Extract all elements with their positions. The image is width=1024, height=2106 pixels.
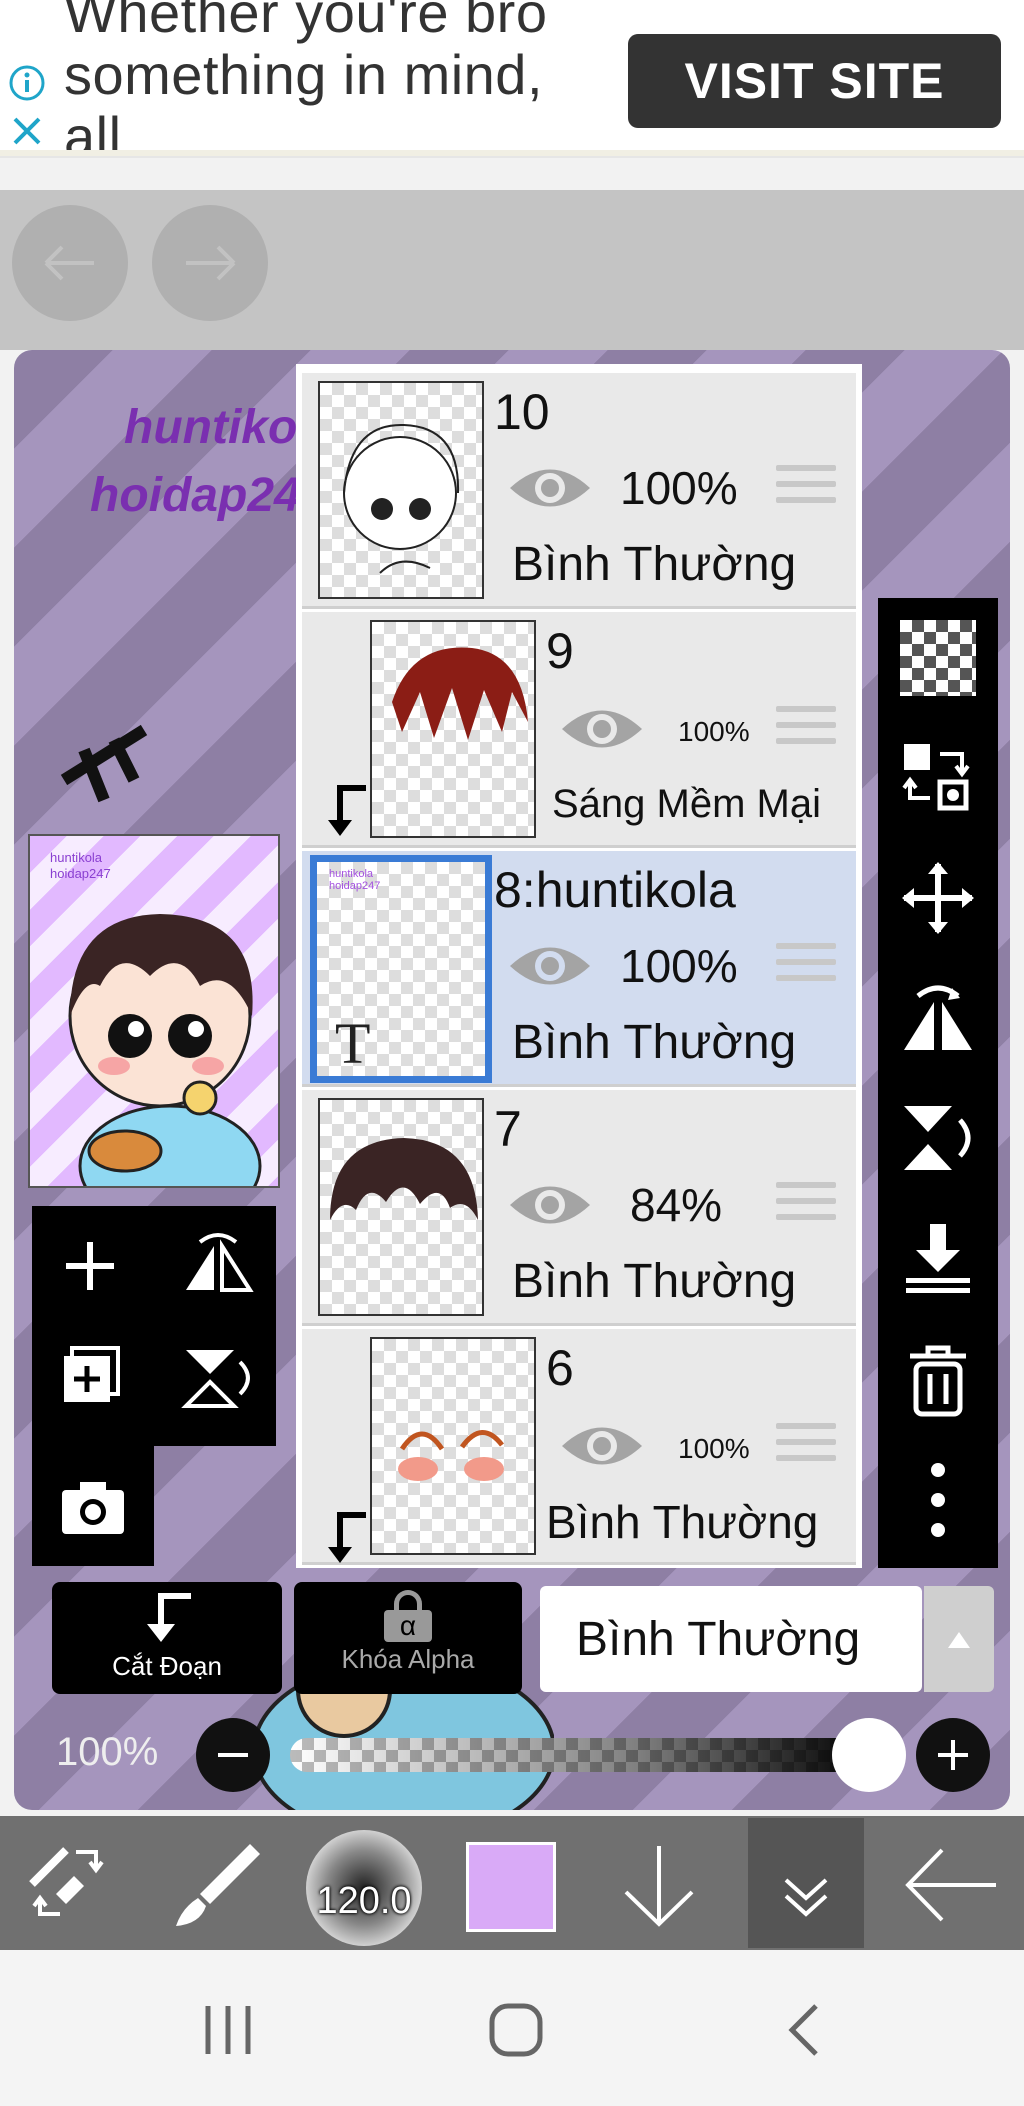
layer-opacity: 100%: [678, 1433, 750, 1464]
lock-icon: α: [384, 1590, 432, 1642]
canvas-preview-thumbnail[interactable]: huntikola hoidap247: [28, 834, 280, 1188]
layer-thumbnail: [370, 1337, 536, 1555]
swap-layers-icon[interactable]: [900, 738, 976, 814]
layer-row[interactable]: 6 100% Bình Thường: [302, 1329, 856, 1565]
opacity-increase-button[interactable]: [916, 1718, 990, 1792]
layer-blend-mode: Bình Thường: [512, 538, 797, 591]
layer-thumbnail: [318, 1098, 484, 1316]
opacity-slider-handle[interactable]: [832, 1718, 906, 1792]
arrow-left-icon: [44, 245, 94, 281]
layer-name: 8:huntikola: [494, 862, 736, 918]
layer-blend-mode: Sáng Mềm Mại: [552, 782, 821, 826]
canvas-watermark: huntiko: [124, 401, 298, 454]
brush-icon[interactable]: [170, 1838, 262, 1930]
layer-name: 10: [494, 384, 550, 440]
redo-button[interactable]: [152, 205, 268, 321]
minus-icon: [218, 1753, 248, 1757]
eye-icon[interactable]: [560, 702, 644, 756]
svg-text:hoidap247: hoidap247: [50, 866, 111, 881]
back-icon[interactable]: [780, 2002, 830, 2058]
eye-icon[interactable]: [560, 1419, 644, 1473]
eye-icon[interactable]: [508, 1178, 592, 1232]
layer-row[interactable]: 10 100% Bình Thường: [302, 373, 856, 609]
svg-text:huntikola: huntikola: [50, 850, 103, 865]
home-icon[interactable]: [486, 2000, 546, 2060]
drag-handle-icon[interactable]: [776, 1182, 836, 1232]
layer-blend-mode: Bình Thường: [512, 1016, 797, 1069]
transparency-icon[interactable]: [900, 620, 976, 696]
layer-row[interactable]: 9 100% Sáng Mềm Mại: [302, 612, 856, 848]
ad-text: Whether you're bro something in mind, al…: [64, 0, 548, 152]
canvas-watermark: hoidap24: [90, 469, 301, 522]
layer-opacity: 100%: [620, 940, 738, 992]
sparkle-decoration: [60, 724, 148, 803]
undo-button[interactable]: [12, 205, 128, 321]
alpha-lock-button[interactable]: α Khóa Alpha: [294, 1582, 522, 1694]
blend-mode-dropdown-button[interactable]: [924, 1586, 994, 1692]
layer-opacity: 100%: [678, 716, 750, 747]
arrow-right-icon: [186, 245, 236, 281]
eye-icon[interactable]: [508, 461, 592, 515]
clipping-button[interactable]: Cắt Đoạn: [52, 1582, 282, 1694]
drag-handle-icon[interactable]: [776, 943, 836, 993]
move-icon[interactable]: [900, 860, 976, 936]
camera-icon[interactable]: [60, 1476, 126, 1536]
left-toolbar: [32, 1206, 276, 1566]
opacity-decrease-button[interactable]: [196, 1718, 270, 1792]
eye-icon[interactable]: [508, 939, 592, 993]
blend-mode-select[interactable]: Bình Thường: [540, 1586, 922, 1692]
layer-thumbnail: huntikola hoidap247 T: [310, 855, 492, 1083]
layer-opacity: 100%: [620, 462, 738, 514]
character-preview: huntikola hoidap247: [50, 850, 262, 1186]
flip-horizontal-icon[interactable]: [180, 1230, 256, 1300]
color-picker-button[interactable]: [466, 1842, 556, 1932]
trash-icon[interactable]: [900, 1342, 976, 1418]
layer-name: 6: [546, 1340, 574, 1396]
opacity-slider-track[interactable]: [290, 1738, 870, 1772]
visit-site-button[interactable]: VISIT SITE: [628, 34, 1001, 128]
drag-handle-icon[interactable]: [776, 465, 836, 515]
flip-horizontal-icon[interactable]: [900, 980, 976, 1056]
recent-apps-icon[interactable]: [196, 2002, 260, 2058]
add-layer-icon[interactable]: [60, 1236, 120, 1296]
opacity-value: 100%: [56, 1730, 159, 1774]
chevron-double-down-icon: [784, 1878, 828, 1917]
clipping-arrow-icon: [328, 1512, 366, 1563]
more-icon[interactable]: [900, 1462, 976, 1538]
triangle-up-icon: [948, 1632, 970, 1648]
close-icon[interactable]: [10, 114, 44, 148]
brush-size-value: 120.0: [316, 1880, 412, 1922]
ad-divider: [0, 150, 1024, 156]
plus-icon: [938, 1740, 968, 1770]
layers-panel: 10 100% Bình Thường 9 100% Sáng Mềm Mại …: [296, 364, 862, 1568]
clipping-label: Cắt Đoạn: [112, 1651, 222, 1681]
clipping-arrow-icon: [328, 785, 366, 836]
ad-banner: Whether you're bro something in mind, al…: [0, 0, 1024, 158]
layer-thumbnail: [370, 620, 536, 838]
layer-row-selected[interactable]: huntikola hoidap247 T 8:huntikola 100% Bì…: [302, 851, 856, 1087]
text-layer-icon: T: [335, 1011, 371, 1076]
flip-vertical-icon[interactable]: [180, 1342, 256, 1414]
clipping-arrow-icon: [147, 1593, 191, 1642]
layer-blend-mode: Bình Thường: [512, 1255, 797, 1308]
drag-handle-icon[interactable]: [776, 1423, 836, 1473]
alpha-lock-label: Khóa Alpha: [341, 1644, 475, 1674]
flip-vertical-icon[interactable]: [900, 1100, 976, 1176]
arrow-down-icon[interactable]: [616, 1840, 702, 1930]
layer-opacity: 84%: [630, 1179, 723, 1231]
layer-blend-mode: Bình Thường: [546, 1496, 819, 1548]
merge-down-icon[interactable]: [900, 1220, 976, 1296]
arrow-left-icon[interactable]: [902, 1840, 1000, 1930]
add-copy-layer-icon[interactable]: [58, 1342, 128, 1412]
layers-toggle-button[interactable]: [748, 1818, 864, 1948]
system-navigation-bar: [0, 1950, 1024, 2106]
info-icon[interactable]: [8, 64, 46, 102]
drag-handle-icon[interactable]: [776, 706, 836, 756]
layer-thumbnail: [318, 381, 484, 599]
layer-row[interactable]: 7 84% Bình Thường: [302, 1090, 856, 1326]
layer-name: 7: [494, 1101, 522, 1157]
brush-eraser-toggle-icon[interactable]: [26, 1840, 112, 1926]
right-toolbar: [878, 598, 998, 1568]
layer-name: 9: [546, 623, 574, 679]
